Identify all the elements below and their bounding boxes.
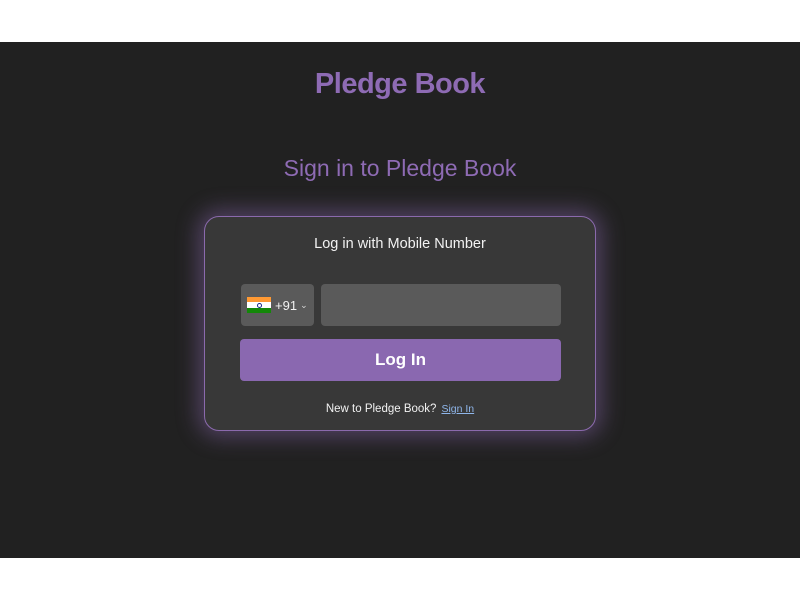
page-heading: Sign in to Pledge Book bbox=[283, 155, 517, 181]
card-title: Log in with Mobile Number bbox=[314, 236, 486, 252]
chevron-down-icon: ⌄ bbox=[300, 300, 308, 310]
footer-text: New to Pledge Book? bbox=[325, 403, 437, 415]
country-code-selector[interactable]: +91 ⌄ bbox=[241, 284, 314, 326]
login-button[interactable]: Log In bbox=[240, 339, 561, 381]
signup-footer: New to Pledge Book? Sign In bbox=[205, 403, 595, 415]
mobile-number-input[interactable] bbox=[321, 284, 561, 326]
login-card: Log in with Mobile Number +91 ⌄ Log In N… bbox=[204, 216, 596, 431]
sign-in-link[interactable]: Sign In bbox=[441, 403, 474, 415]
india-flag-icon bbox=[247, 297, 271, 313]
country-code-label: +91 bbox=[275, 297, 298, 313]
app-background: Pledge Book Sign in to Pledge Book Log i… bbox=[0, 42, 800, 558]
brand-title: Pledge Book bbox=[314, 68, 486, 100]
